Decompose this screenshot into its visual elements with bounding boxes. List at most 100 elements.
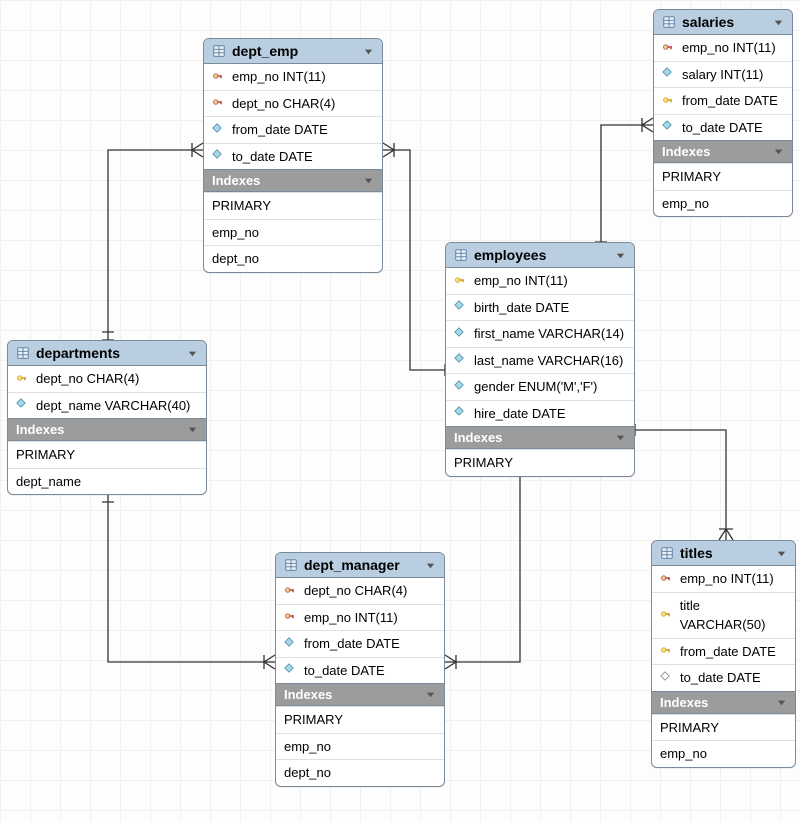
column-text: dept_no CHAR(4) xyxy=(304,581,407,601)
key-red-icon xyxy=(284,610,298,624)
er-diagram-canvas[interactable]: dept_empemp_no INT(11)dept_no CHAR(4)fro… xyxy=(0,0,800,822)
column-row[interactable]: from_date DATE xyxy=(204,116,382,143)
collapse-arrow-icon[interactable] xyxy=(363,46,374,57)
column-text: dept_no CHAR(4) xyxy=(36,369,139,389)
key-yellow-icon xyxy=(16,372,30,386)
entity-header[interactable]: dept_emp xyxy=(204,39,382,64)
index-name: PRIMARY xyxy=(660,720,719,735)
collapse-arrow-icon[interactable] xyxy=(776,548,787,559)
collapse-arrow-icon[interactable] xyxy=(615,250,626,261)
indexes-header[interactable]: Indexes xyxy=(654,140,792,163)
entity-header[interactable]: salaries xyxy=(654,10,792,35)
entity-header[interactable]: titles xyxy=(652,541,795,566)
indexes-section: PRIMARY emp_no dept_no xyxy=(276,706,444,786)
column-row[interactable]: dept_no CHAR(4) xyxy=(204,90,382,117)
column-row[interactable]: last_name VARCHAR(16) xyxy=(446,347,634,374)
column-text: to_date DATE xyxy=(680,668,761,688)
index-row[interactable]: dept_no xyxy=(204,245,382,272)
column-text: emp_no INT(11) xyxy=(474,271,568,291)
collapse-arrow-icon[interactable] xyxy=(187,424,198,435)
diamond-icon xyxy=(16,398,30,412)
table-icon xyxy=(16,346,30,360)
column-row[interactable]: title VARCHAR(50) xyxy=(652,592,795,638)
entity-header[interactable]: dept_manager xyxy=(276,553,444,578)
collapse-arrow-icon[interactable] xyxy=(615,432,626,443)
index-name: emp_no xyxy=(284,739,331,754)
entity-title: departments xyxy=(36,345,120,361)
column-text: title VARCHAR(50) xyxy=(680,596,787,635)
column-row[interactable]: to_date DATE xyxy=(276,657,444,684)
indexes-label: Indexes xyxy=(16,422,64,437)
indexes-header[interactable]: Indexes xyxy=(8,418,206,441)
index-row[interactable]: dept_no xyxy=(276,759,444,786)
collapse-arrow-icon[interactable] xyxy=(773,17,784,28)
column-text: dept_name VARCHAR(40) xyxy=(36,396,190,416)
index-name: PRIMARY xyxy=(662,169,721,184)
index-row[interactable]: emp_no xyxy=(204,219,382,246)
column-row[interactable]: dept_name VARCHAR(40) xyxy=(8,392,206,419)
column-row[interactable]: emp_no INT(11) xyxy=(652,566,795,592)
column-row[interactable]: birth_date DATE xyxy=(446,294,634,321)
column-row[interactable]: hire_date DATE xyxy=(446,400,634,427)
entity-employees[interactable]: employees emp_no INT(11) birth_date DATEfi… xyxy=(445,242,635,477)
entity-dept_manager[interactable]: dept_manager dept_no CHAR(4) emp_no INT(11… xyxy=(275,552,445,787)
indexes-header[interactable]: Indexes xyxy=(652,691,795,714)
index-row[interactable]: PRIMARY xyxy=(276,706,444,733)
entity-title: titles xyxy=(680,545,713,561)
columns-section: emp_no INT(11)salary INT(11)from_date DA… xyxy=(654,35,792,140)
entity-title: dept_emp xyxy=(232,43,298,59)
column-row[interactable]: first_name VARCHAR(14) xyxy=(446,320,634,347)
indexes-header[interactable]: Indexes xyxy=(446,426,634,449)
entity-title: employees xyxy=(474,247,546,263)
entity-header[interactable]: employees xyxy=(446,243,634,268)
column-row[interactable]: emp_no INT(11) xyxy=(654,35,792,61)
column-row[interactable]: gender ENUM('M','F') xyxy=(446,373,634,400)
entity-dept_emp[interactable]: dept_emp emp_no INT(11)dept_no CHAR(4)fro… xyxy=(203,38,383,273)
index-row[interactable]: dept_name xyxy=(8,468,206,495)
column-row[interactable]: emp_no INT(11) xyxy=(276,604,444,631)
entity-titles[interactable]: titles emp_no INT(11) title VARCHAR(50) fro… xyxy=(651,540,796,768)
column-row[interactable]: emp_no INT(11) xyxy=(446,268,634,294)
index-row[interactable]: emp_no xyxy=(652,740,795,767)
diamond-icon xyxy=(284,637,298,651)
index-row[interactable]: PRIMARY xyxy=(8,441,206,468)
index-row[interactable]: PRIMARY xyxy=(446,449,634,476)
column-row[interactable]: emp_no INT(11) xyxy=(204,64,382,90)
collapse-arrow-icon[interactable] xyxy=(776,697,787,708)
column-row[interactable]: from_date DATE xyxy=(654,87,792,114)
column-row[interactable]: to_date DATE xyxy=(204,143,382,170)
column-text: birth_date DATE xyxy=(474,298,569,318)
index-name: emp_no xyxy=(662,196,709,211)
key-red-icon xyxy=(660,572,674,586)
index-row[interactable]: emp_no xyxy=(654,190,792,217)
column-row[interactable]: from_date DATE xyxy=(276,630,444,657)
indexes-section: PRIMARY dept_name xyxy=(8,441,206,494)
indexes-header[interactable]: Indexes xyxy=(276,683,444,706)
column-row[interactable]: from_date DATE xyxy=(652,638,795,665)
entity-salaries[interactable]: salaries emp_no INT(11)salary INT(11)from… xyxy=(653,9,793,217)
index-row[interactable]: PRIMARY xyxy=(204,192,382,219)
diamond-outline-icon xyxy=(660,671,674,685)
indexes-header[interactable]: Indexes xyxy=(204,169,382,192)
collapse-arrow-icon[interactable] xyxy=(425,689,436,700)
collapse-arrow-icon[interactable] xyxy=(187,348,198,359)
entity-header[interactable]: departments xyxy=(8,341,206,366)
column-row[interactable]: dept_no CHAR(4) xyxy=(276,578,444,604)
collapse-arrow-icon[interactable] xyxy=(773,146,784,157)
index-row[interactable]: PRIMARY xyxy=(652,714,795,741)
collapse-arrow-icon[interactable] xyxy=(425,560,436,571)
entity-departments[interactable]: departments dept_no CHAR(4) dept_name VARC… xyxy=(7,340,207,495)
column-text: to_date DATE xyxy=(232,147,313,167)
collapse-arrow-icon[interactable] xyxy=(363,175,374,186)
index-row[interactable]: emp_no xyxy=(276,733,444,760)
column-row[interactable]: dept_no CHAR(4) xyxy=(8,366,206,392)
index-row[interactable]: PRIMARY xyxy=(654,163,792,190)
diamond-icon xyxy=(454,353,468,367)
indexes-label: Indexes xyxy=(662,144,710,159)
column-row[interactable]: salary INT(11) xyxy=(654,61,792,88)
diamond-icon xyxy=(454,406,468,420)
column-row[interactable]: to_date DATE xyxy=(652,664,795,691)
index-name: PRIMARY xyxy=(16,447,75,462)
column-row[interactable]: to_date DATE xyxy=(654,114,792,141)
entity-title: salaries xyxy=(682,14,734,30)
